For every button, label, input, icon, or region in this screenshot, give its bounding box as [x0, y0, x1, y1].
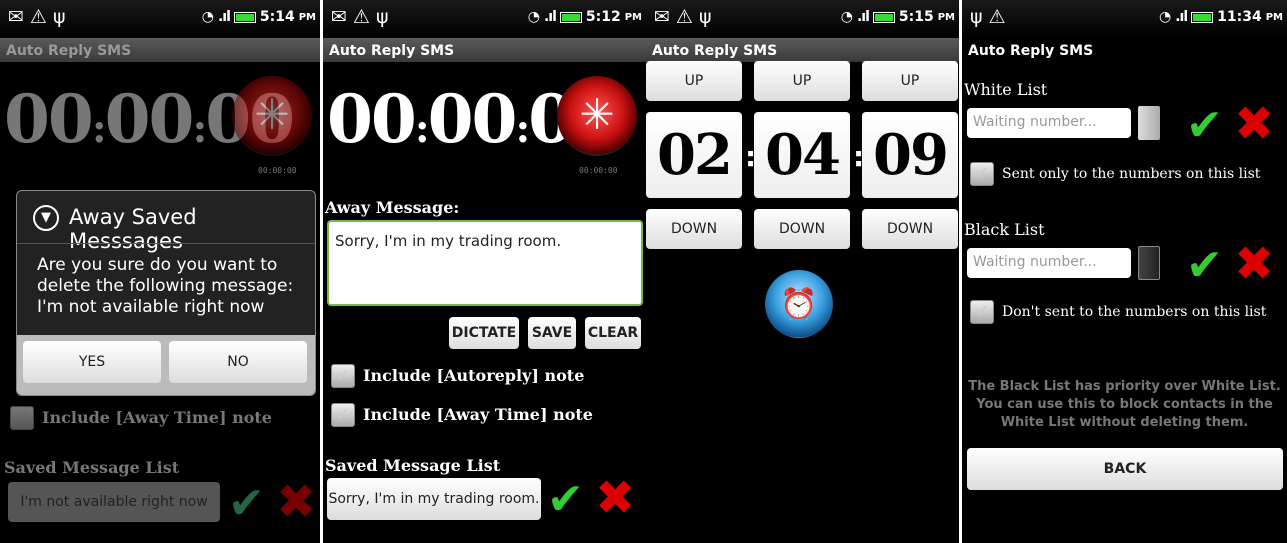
wifi-icon: ◔ [201, 9, 214, 25]
away-time-checkbox[interactable]: ✓ [10, 406, 34, 430]
usb-icon: ψ [52, 6, 66, 28]
black-exclude-checkbox[interactable]: ✓ [970, 300, 994, 324]
status-bar: ✉ ⚠ ψ ◔ .ıl 5:15 PM [646, 0, 959, 38]
save-button[interactable]: SAVE [528, 317, 576, 349]
clock: 5:12 [585, 9, 621, 25]
wifi-icon: ◔ [527, 9, 540, 25]
record-button[interactable] [232, 76, 312, 156]
add-check-icon[interactable]: ✔ [1186, 104, 1223, 148]
status-bar: ✉ ⚠ ψ ◔ .ıl 5:14 PM [0, 0, 320, 38]
saved-list-label: Saved Message List [4, 458, 180, 477]
warning-icon: ⚠ [29, 6, 47, 28]
record-time: 00:00:00 [579, 166, 618, 175]
remove-icon[interactable]: ✖ [1234, 100, 1274, 148]
white-list-input[interactable]: Waiting number... [967, 108, 1131, 138]
away-time-checkbox[interactable]: ✓ [331, 403, 355, 427]
screen-away-message: ✉⚠ψ ◔.ıl5:12PM Auto Reply SMS 00:00:00 0… [323, 0, 646, 543]
hours-down-button[interactable]: DOWN [646, 209, 742, 249]
saved-list-label: Saved Message List [325, 456, 501, 475]
screen-timer-setter: ✉ ⚠ ψ ◔ .ıl 5:15 PM Auto Reply SMS UP UP UP 0… [646, 0, 959, 543]
dictate-button[interactable]: DICTATE [449, 317, 519, 349]
check-icon[interactable]: ✔ [547, 478, 584, 522]
screen-white-black-list: ψ ⚠ ◔ .ıl 11:34 PM Auto Reply SMS White List… [962, 0, 1287, 543]
black-list-label: Black List [964, 220, 1045, 239]
white-only-label: Sent only to the numbers on this list [1002, 166, 1261, 182]
clock-ampm: PM [298, 11, 316, 23]
app-title: Auto Reply SMS [962, 38, 1287, 62]
gmail-icon: ✉ [8, 6, 24, 28]
no-button[interactable]: NO [169, 341, 307, 383]
black-exclude-label: Don't sent to the numbers on this list [1002, 304, 1267, 320]
saved-message-item[interactable]: I'm not available right now [8, 482, 220, 522]
minutes-down-button[interactable]: DOWN [754, 209, 850, 249]
clock: 11:34 [1217, 9, 1262, 25]
dialog-title: Away Saved Messsages [69, 205, 197, 253]
white-list-label: White List [964, 80, 1048, 99]
signal-icon: .ıl [1175, 9, 1188, 25]
hours-digit: 02 [646, 112, 742, 198]
status-bar: ψ ⚠ ◔ .ıl 11:34 PM [962, 0, 1287, 38]
black-list-input[interactable]: Waiting number... [967, 248, 1131, 278]
autoreply-label: Include [Autoreply] note [363, 366, 585, 385]
hours-up-button[interactable]: UP [646, 61, 742, 101]
seconds-up-button[interactable]: UP [862, 61, 958, 101]
wifi-icon: ◔ [840, 9, 853, 25]
record-time: 00:00:00 [258, 166, 297, 175]
gmail-icon: ✉ [654, 6, 670, 28]
alarm-clock-icon[interactable]: ⏰ [765, 270, 833, 338]
clock: 5:14 [259, 9, 295, 25]
gmail-icon: ✉ [331, 6, 347, 28]
app-title: Auto Reply SMS [646, 38, 959, 62]
usb-icon: ψ [970, 6, 983, 28]
battery-icon [559, 11, 582, 23]
contacts-book-icon[interactable] [1138, 246, 1160, 280]
signal-icon: .ıl [543, 9, 557, 25]
app-title: Auto Reply SMS [323, 38, 646, 62]
battery-icon [233, 11, 256, 23]
signal-icon: .ıl [856, 9, 870, 25]
clear-button[interactable]: CLEAR [585, 317, 641, 349]
screen-delete-dialog: ✉⚠ψ ◔.ıl5:14PM Auto Reply SMS 00:00:00 0… [0, 0, 320, 543]
signal-icon: .ıl [217, 9, 231, 25]
remove-icon[interactable]: ✖ [1234, 240, 1274, 288]
dialog-message: Are you sure do you want to delete the f… [37, 255, 294, 317]
check-icon[interactable]: ✔ [228, 482, 265, 526]
clock-ampm: PM [1265, 11, 1283, 23]
status-bar: ✉ ⚠ ψ ◔ .ıl 5:12 PM [323, 0, 646, 38]
minutes-digit: 04 [754, 112, 850, 198]
add-check-icon[interactable]: ✔ [1186, 244, 1223, 288]
seconds-down-button[interactable]: DOWN [862, 209, 958, 249]
clock-ampm: PM [624, 11, 642, 23]
saved-message-item[interactable]: Sorry, I'm in my trading room. [327, 478, 541, 520]
confirm-dialog: ▼ Away Saved Messsages Are you sure do y… [16, 190, 316, 396]
away-message-input[interactable]: Sorry, I'm in my trading room. [327, 220, 643, 306]
delete-icon[interactable]: ✖ [276, 478, 316, 526]
wifi-icon: ◔ [1159, 9, 1172, 25]
seconds-digit: 09 [862, 112, 958, 198]
warning-icon: ⚠ [352, 6, 370, 28]
warning-icon: ⚠ [988, 6, 1006, 28]
yes-button[interactable]: YES [23, 341, 161, 383]
warning-icon: ⚠ [675, 6, 693, 28]
back-button[interactable]: BACK [967, 448, 1283, 490]
usb-icon: ψ [698, 6, 712, 28]
delete-icon[interactable]: ✖ [595, 474, 635, 522]
minutes-up-button[interactable]: UP [754, 61, 850, 101]
away-time-label: Include [Away Time] note [363, 405, 593, 424]
battery-icon [872, 11, 895, 23]
record-button[interactable] [557, 76, 637, 156]
battery-icon [1191, 11, 1214, 23]
white-only-checkbox[interactable]: ✓ [970, 162, 994, 186]
autoreply-checkbox[interactable]: ✓ [331, 364, 355, 388]
contacts-book-icon[interactable] [1138, 106, 1160, 140]
clock-ampm: PM [937, 11, 955, 23]
priority-note: The Black List has priority over White L… [968, 379, 1281, 430]
away-message-label: Away Message: [325, 198, 460, 217]
app-title: Auto Reply SMS [0, 38, 320, 62]
away-time-label: Include [Away Time] note [42, 408, 272, 427]
usb-icon: ψ [375, 6, 389, 28]
divider [17, 243, 315, 244]
clock: 5:15 [898, 9, 934, 25]
